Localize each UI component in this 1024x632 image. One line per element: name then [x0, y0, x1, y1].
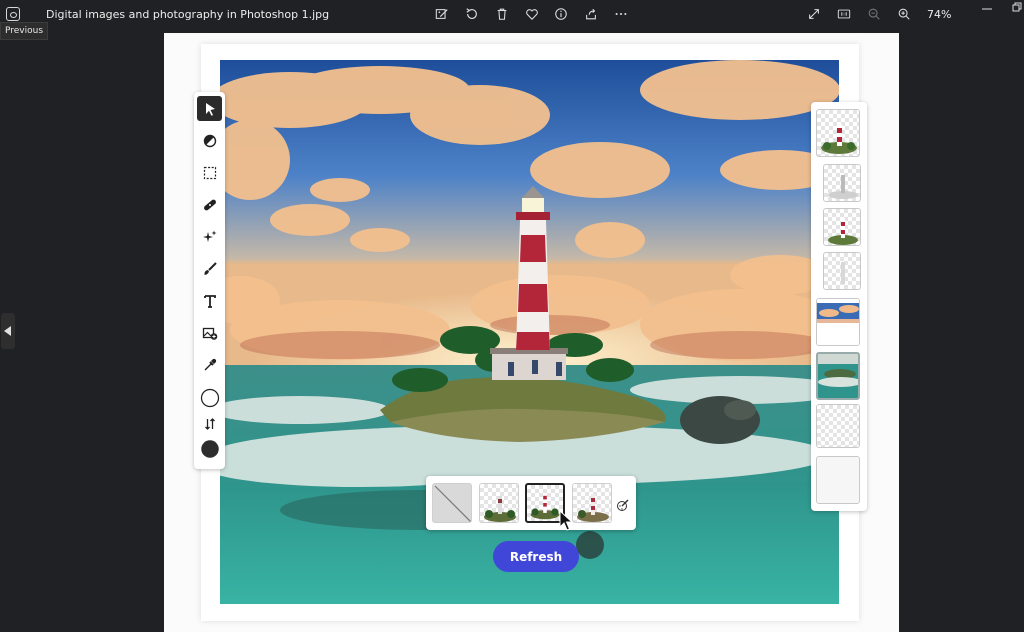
variation-thumbnail[interactable]	[572, 483, 612, 523]
mouse-cursor-icon	[559, 509, 574, 532]
eyedropper-icon[interactable]	[197, 352, 222, 377]
foreground-color-swatch[interactable]	[197, 385, 222, 410]
layer-thumbnail[interactable]	[823, 164, 861, 202]
variation-none[interactable]	[432, 483, 472, 523]
layer-thumbnail[interactable]	[823, 208, 861, 246]
rotate-icon[interactable]	[464, 6, 480, 22]
window-title: Digital images and photography in Photos…	[46, 8, 330, 21]
layer-thumbnail[interactable]	[816, 109, 860, 157]
refresh-button[interactable]: Refresh	[493, 541, 579, 572]
expand-icon[interactable]	[806, 6, 822, 22]
layer-thumbnail[interactable]	[816, 404, 860, 448]
more-icon[interactable]	[613, 6, 629, 22]
generative-fill-icon[interactable]	[197, 224, 222, 249]
text-icon[interactable]	[197, 288, 222, 313]
edit-image-icon[interactable]	[434, 6, 450, 22]
layer-thumbnail[interactable]	[823, 252, 861, 290]
layer-thumbnail[interactable]	[816, 456, 860, 504]
zoom-out-icon[interactable]	[866, 6, 882, 22]
share-icon[interactable]	[583, 6, 599, 22]
minimize-button[interactable]	[976, 0, 998, 18]
zoom-level: 74%	[927, 8, 952, 21]
variations-panel	[426, 476, 636, 530]
layers-panel	[811, 102, 867, 511]
brush-icon[interactable]	[197, 256, 222, 281]
variation-thumbnail[interactable]	[479, 483, 519, 523]
edit-prompt-icon[interactable]	[616, 497, 630, 511]
add-image-icon[interactable]	[197, 320, 222, 345]
previous-tooltip: Previous	[0, 22, 49, 40]
delete-icon[interactable]	[494, 6, 510, 22]
previous-arrow-button[interactable]	[1, 313, 15, 349]
layer-thumbnail[interactable]	[816, 352, 860, 400]
restore-button[interactable]	[1002, 0, 1024, 18]
layer-thumbnail[interactable]	[816, 298, 860, 346]
background-color-swatch[interactable]	[197, 436, 222, 461]
title-bar: Digital images and photography in Photos…	[0, 0, 1024, 30]
actual-size-icon[interactable]	[836, 6, 852, 22]
tools-panel	[194, 92, 225, 469]
photos-app-icon	[6, 7, 20, 21]
heal-icon[interactable]	[197, 192, 222, 217]
select-icon[interactable]	[197, 96, 222, 121]
marquee-icon[interactable]	[197, 160, 222, 185]
adjust-icon[interactable]	[197, 128, 222, 153]
info-icon[interactable]	[553, 6, 569, 22]
zoom-in-icon[interactable]	[896, 6, 912, 22]
favorite-icon[interactable]	[524, 6, 540, 22]
swap-colors-icon[interactable]	[197, 411, 222, 436]
